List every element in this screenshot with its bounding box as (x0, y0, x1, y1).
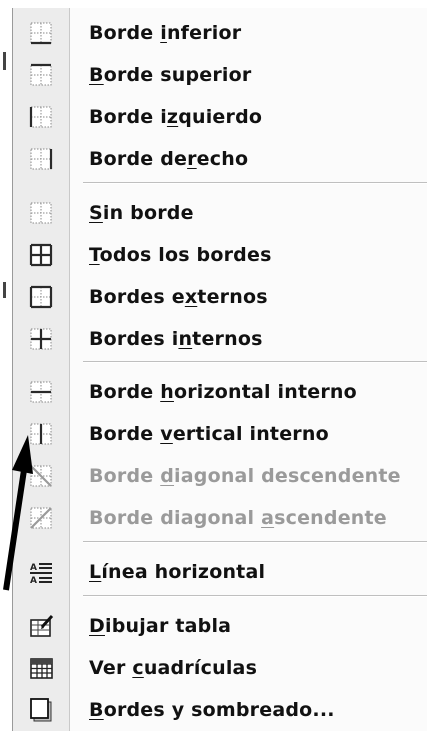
access-key: S (89, 202, 103, 224)
menu-separator (83, 541, 427, 543)
menu-item-derecho[interactable]: Borde derecho (13, 138, 427, 180)
label-text: echo (196, 148, 249, 170)
border-left-icon (13, 96, 69, 138)
access-key: r (187, 148, 197, 170)
access-key: D (89, 615, 105, 637)
access-key: a (261, 507, 275, 529)
menu-item-label: Borde vertical interno (89, 423, 329, 445)
menu-item-label: Borde superior (89, 64, 251, 86)
label-text: odos los bordes (99, 244, 272, 266)
label-text: ertical interno (172, 423, 329, 445)
access-key: B (89, 64, 104, 86)
label-text: nferior (166, 22, 242, 44)
access-key: h (160, 381, 174, 403)
label-text: scendente (274, 507, 387, 529)
menu-item-label: Borde diagonal descendente (89, 465, 401, 487)
menu-item-label: Dibujar tabla (89, 615, 231, 637)
menu-item-label: Todos los bordes (89, 244, 272, 266)
menu-item-cuadriculas[interactable]: Ver cuadrículas (13, 647, 427, 689)
label-text: Borde i (89, 106, 167, 128)
menu-item-label: Bordes y sombreado... (89, 699, 335, 721)
label-text: Borde de (89, 148, 188, 170)
edge-mark-1 (3, 52, 6, 70)
menu-item-internos[interactable]: Bordes internos (13, 318, 427, 360)
menu-item-label: Borde diagonal ascendente (89, 507, 387, 529)
menu-item-label: Bordes externos (89, 286, 268, 308)
label-text: Ver (89, 657, 133, 679)
label-text: Bordes e (89, 286, 185, 308)
label-text: ordes y sombreado... (103, 699, 335, 721)
no-border-icon (13, 192, 69, 234)
menu-item-inferior[interactable]: Borde inferior (13, 12, 427, 54)
menu-item-externos[interactable]: Bordes externos (13, 276, 427, 318)
label-text: Borde (89, 22, 161, 44)
access-key: B (89, 699, 104, 721)
access-key: T (89, 244, 100, 266)
label-text: orde superior (103, 64, 252, 86)
menu-item-label: Bordes internos (89, 328, 263, 350)
border-right-icon (13, 138, 69, 180)
label-text: Borde (89, 423, 161, 445)
access-key: L (89, 561, 102, 583)
menu-item-superior[interactable]: Borde superior (13, 54, 427, 96)
menu-item-horizontal[interactable]: Borde horizontal interno (13, 371, 427, 413)
access-key: x (184, 286, 198, 308)
access-key: i (160, 22, 167, 44)
menu-item-label: Borde izquierdo (89, 106, 262, 128)
access-key: c (132, 657, 144, 679)
menu-item-izquierdo[interactable]: Borde izquierdo (13, 96, 427, 138)
menu-item-label: Borde horizontal interno (89, 381, 357, 403)
all-borders-icon (13, 234, 69, 276)
menu-item-desc[interactable]: Borde diagonal descendente (13, 455, 427, 497)
border-bottom-icon (13, 12, 69, 54)
label-text: in borde (102, 202, 194, 224)
label-text: uadrículas (143, 657, 258, 679)
label-text: ibujar tabla (104, 615, 232, 637)
menu-item-label: Ver cuadrículas (89, 657, 257, 679)
menu-separator (83, 182, 427, 184)
access-key: d (160, 465, 175, 487)
pointer-arrow-icon (3, 435, 33, 591)
menu-item-asc[interactable]: Borde diagonal ascendente (13, 497, 427, 539)
access-key: v (160, 423, 173, 445)
border-top-icon (13, 54, 69, 96)
access-key: n (178, 328, 193, 350)
label-text: Bordes i (89, 328, 179, 350)
menu-item-dibujar[interactable]: Dibujar tabla (13, 605, 427, 647)
label-text: ternos (192, 328, 263, 350)
menu-item-vertical[interactable]: Borde vertical interno (13, 413, 427, 455)
menu-item-todos[interactable]: Todos los bordes (13, 234, 427, 276)
inside-horizontal-border-icon (13, 371, 69, 413)
menu-item-sombreado[interactable]: Bordes y sombreado... (13, 689, 427, 731)
label-text: Borde (89, 381, 161, 403)
label-text: ínea horizontal (101, 561, 266, 583)
menu-separator (83, 595, 427, 597)
label-text: quierdo (178, 106, 263, 128)
menu-separator (83, 361, 427, 363)
menu-item-sin[interactable]: Sin borde (13, 192, 427, 234)
borders-dropdown-menu: Borde inferior Borde superior Borde izquie… (12, 8, 427, 731)
label-text: orizontal interno (173, 381, 357, 403)
outside-borders-icon (13, 276, 69, 318)
menu-item-label: Borde derecho (89, 148, 248, 170)
menu-item-linea[interactable]: A A Línea horizontal (13, 551, 427, 593)
menu-item-label: Sin borde (89, 202, 194, 224)
access-key: z (166, 106, 179, 128)
label-text: Borde diagonal (89, 507, 262, 529)
menu-item-label: Borde inferior (89, 22, 241, 44)
menu-item-label: Línea horizontal (89, 561, 265, 583)
inside-borders-icon (13, 318, 69, 360)
label-text: ternos (197, 286, 268, 308)
label-text: Borde (89, 465, 161, 487)
label-text: iagonal descendente (174, 465, 401, 487)
edge-mark-2 (3, 282, 6, 298)
